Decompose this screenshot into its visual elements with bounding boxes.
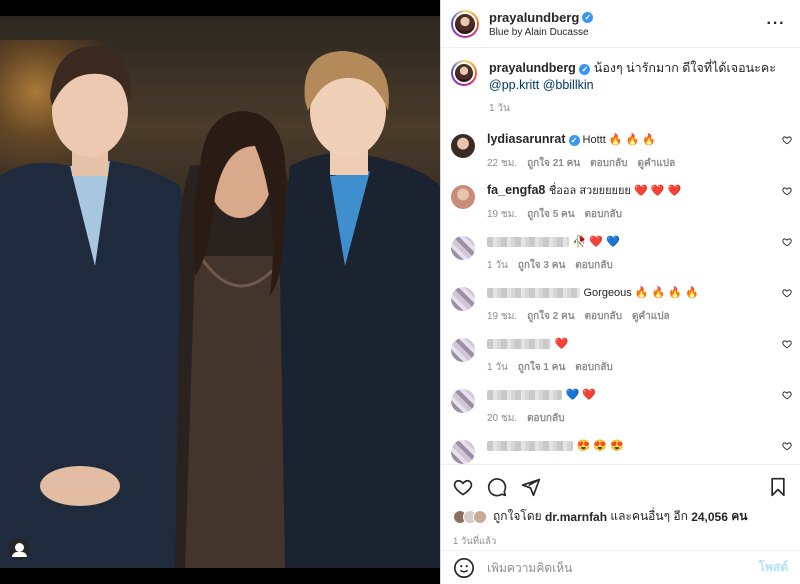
- comment-likes[interactable]: ถูกใจ 1 คน: [518, 359, 566, 376]
- comment-like-icon[interactable]: [782, 339, 792, 349]
- commenter-avatar[interactable]: [451, 389, 475, 413]
- comment-text: Hottt 🔥 🔥 🔥: [582, 134, 657, 146]
- likes-count[interactable]: 24,056: [691, 510, 728, 524]
- blurred-username: [487, 440, 573, 451]
- post-actions: ถูกใจโดย dr.marnfah และคนอื่นๆ อีก 24,05…: [441, 464, 800, 549]
- comment-row: 🥀 ❤️ 💙 1 วัน ถูกใจ 3 คน ตอบกลับ: [441, 223, 800, 274]
- commenter-avatar[interactable]: [451, 236, 475, 260]
- blurred-username: [487, 338, 551, 349]
- comment-reply[interactable]: ตอบกลับ: [575, 359, 612, 376]
- comment-reply[interactable]: ตอบกลับ: [527, 410, 564, 427]
- comment-row: 😍 😍 😍23 ชม.ตอบกลับ: [441, 427, 800, 464]
- comment-time[interactable]: 19 ชม.: [487, 206, 517, 223]
- commenter-username[interactable]: fa_engfa8: [487, 183, 545, 197]
- mention-link[interactable]: @bbillkin: [543, 78, 594, 92]
- comment-text: Gorgeous 🔥 🔥 🔥 🔥: [583, 287, 699, 299]
- author-username[interactable]: prayalundberg: [489, 10, 579, 25]
- comment-likes[interactable]: ถูกใจ 5 คน: [527, 206, 575, 223]
- photo-people: [0, 46, 440, 568]
- comment-icon[interactable]: [487, 477, 507, 497]
- caption-time[interactable]: 1 วัน: [489, 100, 510, 117]
- comment-row: lydiasarunrat ✓ Hottt 🔥 🔥 🔥 22 ชม. ถูกใจ 21 …: [441, 117, 800, 172]
- comment-like-icon[interactable]: [782, 186, 792, 196]
- comment-row: 💙 ❤️ 20 ชม. ตอบกลับ: [441, 376, 800, 427]
- heart-icon[interactable]: [453, 477, 473, 497]
- mention-link[interactable]: @pp.kritt: [489, 78, 539, 92]
- caption-text: น้องๆ น่ารักมาก ดีใจที่ได้เจอนะคะ: [593, 61, 776, 75]
- caption-avatar[interactable]: [451, 60, 477, 86]
- caption-username[interactable]: prayalundberg: [489, 61, 576, 75]
- verified-icon: ✓: [579, 64, 591, 75]
- commenter-avatar[interactable]: [451, 134, 475, 158]
- post-header: prayalundberg ✓ Blue by Alain Ducasse ··…: [441, 0, 800, 48]
- commenter-avatar[interactable]: [451, 440, 475, 464]
- comment-reply[interactable]: ตอบกลับ: [585, 206, 622, 223]
- comment-reply[interactable]: ตอบกลับ: [590, 155, 627, 172]
- comment-like-icon[interactable]: [782, 441, 792, 451]
- comment-translate[interactable]: ดูคำแปล: [632, 308, 670, 325]
- commenter-avatar[interactable]: [451, 185, 475, 209]
- comment-text: 💙 ❤️: [565, 389, 596, 401]
- likes-middle: และคนอื่นๆ อีก: [610, 509, 688, 523]
- comment-likes[interactable]: ถูกใจ 21 คน: [527, 155, 580, 172]
- comment-like-icon[interactable]: [782, 237, 792, 247]
- blurred-username: [487, 287, 580, 298]
- comment-time[interactable]: 20 ชม.: [487, 410, 517, 427]
- liker-username[interactable]: dr.marnfah: [545, 510, 607, 524]
- comment-row: Gorgeous 🔥 🔥 🔥 🔥 19 ชม. ถูกใจ 2 คน ตอบกลับ ด…: [441, 274, 800, 325]
- post-location[interactable]: Blue by Alain Ducasse: [489, 27, 764, 38]
- comment-reply[interactable]: ตอบกลับ: [575, 257, 612, 274]
- comment-time[interactable]: 1 วัน: [487, 257, 508, 274]
- comment-like-icon[interactable]: [782, 288, 792, 298]
- comment-like-icon[interactable]: [782, 390, 792, 400]
- comment-translate[interactable]: ดูคำแปล: [638, 155, 676, 172]
- likes-suffix: คน: [731, 509, 748, 523]
- bookmark-icon[interactable]: [768, 477, 788, 497]
- commenter-username[interactable]: lydiasarunrat: [487, 132, 566, 146]
- comment-reply[interactable]: ตอบกลับ: [585, 308, 622, 325]
- likes-summary[interactable]: ถูกใจโดย dr.marnfah และคนอื่นๆ อีก 24,05…: [453, 507, 788, 526]
- post-caption: prayalundberg ✓ น้องๆ น่ารักมาก ดีใจที่ไ…: [441, 48, 800, 117]
- liker-avatars: [453, 509, 487, 524]
- comment-time[interactable]: 19 ชม.: [487, 308, 517, 325]
- comment-text: 🥀 ❤️ 💙: [572, 236, 620, 248]
- commenter-avatar[interactable]: [451, 338, 475, 362]
- commenter-avatar[interactable]: [451, 287, 475, 311]
- comment-text: ❤️: [554, 338, 569, 350]
- comment-row: fa_engfa8 ชื่ออล สวยยยยยย ❤️ ❤️ ❤️ 19 ชม.…: [441, 172, 800, 223]
- comment-likes[interactable]: ถูกใจ 2 คน: [527, 308, 575, 325]
- verified-icon: ✓: [568, 135, 580, 146]
- likes-prefix: ถูกใจโดย: [493, 509, 542, 523]
- comments-list[interactable]: prayalundberg ✓ น้องๆ น่ารักมาก ดีใจที่ไ…: [441, 48, 800, 464]
- author-avatar[interactable]: [451, 9, 479, 38]
- comment-text: 😍 😍 😍: [576, 440, 624, 452]
- blurred-username: [487, 236, 569, 247]
- comment-row: ❤️ 1 วัน ถูกใจ 1 คน ตอบกลับ: [441, 325, 800, 376]
- comment-likes[interactable]: ถูกใจ 3 คน: [518, 257, 566, 274]
- emoji-icon[interactable]: [453, 557, 475, 579]
- share-icon[interactable]: [521, 477, 541, 497]
- verified-icon: ✓: [582, 11, 594, 23]
- blurred-username: [487, 389, 562, 400]
- add-comment-bar: โพสต์: [441, 550, 800, 584]
- comment-text: ชื่ออล สวยยยยยย ❤️ ❤️ ❤️: [548, 185, 682, 197]
- more-icon[interactable]: ···: [764, 15, 788, 33]
- posted-time[interactable]: 1 วันที่แล้ว: [453, 534, 788, 549]
- comment-input[interactable]: [487, 560, 759, 575]
- tag-user-icon[interactable]: [8, 538, 30, 560]
- post-photo[interactable]: [0, 0, 440, 584]
- comment-like-icon[interactable]: [782, 135, 792, 145]
- comment-time[interactable]: 1 วัน: [487, 359, 508, 376]
- post-comment-button[interactable]: โพสต์: [759, 558, 788, 577]
- comment-time[interactable]: 22 ชม.: [487, 155, 517, 172]
- post-side-panel: prayalundberg ✓ Blue by Alain Ducasse ··…: [440, 0, 800, 584]
